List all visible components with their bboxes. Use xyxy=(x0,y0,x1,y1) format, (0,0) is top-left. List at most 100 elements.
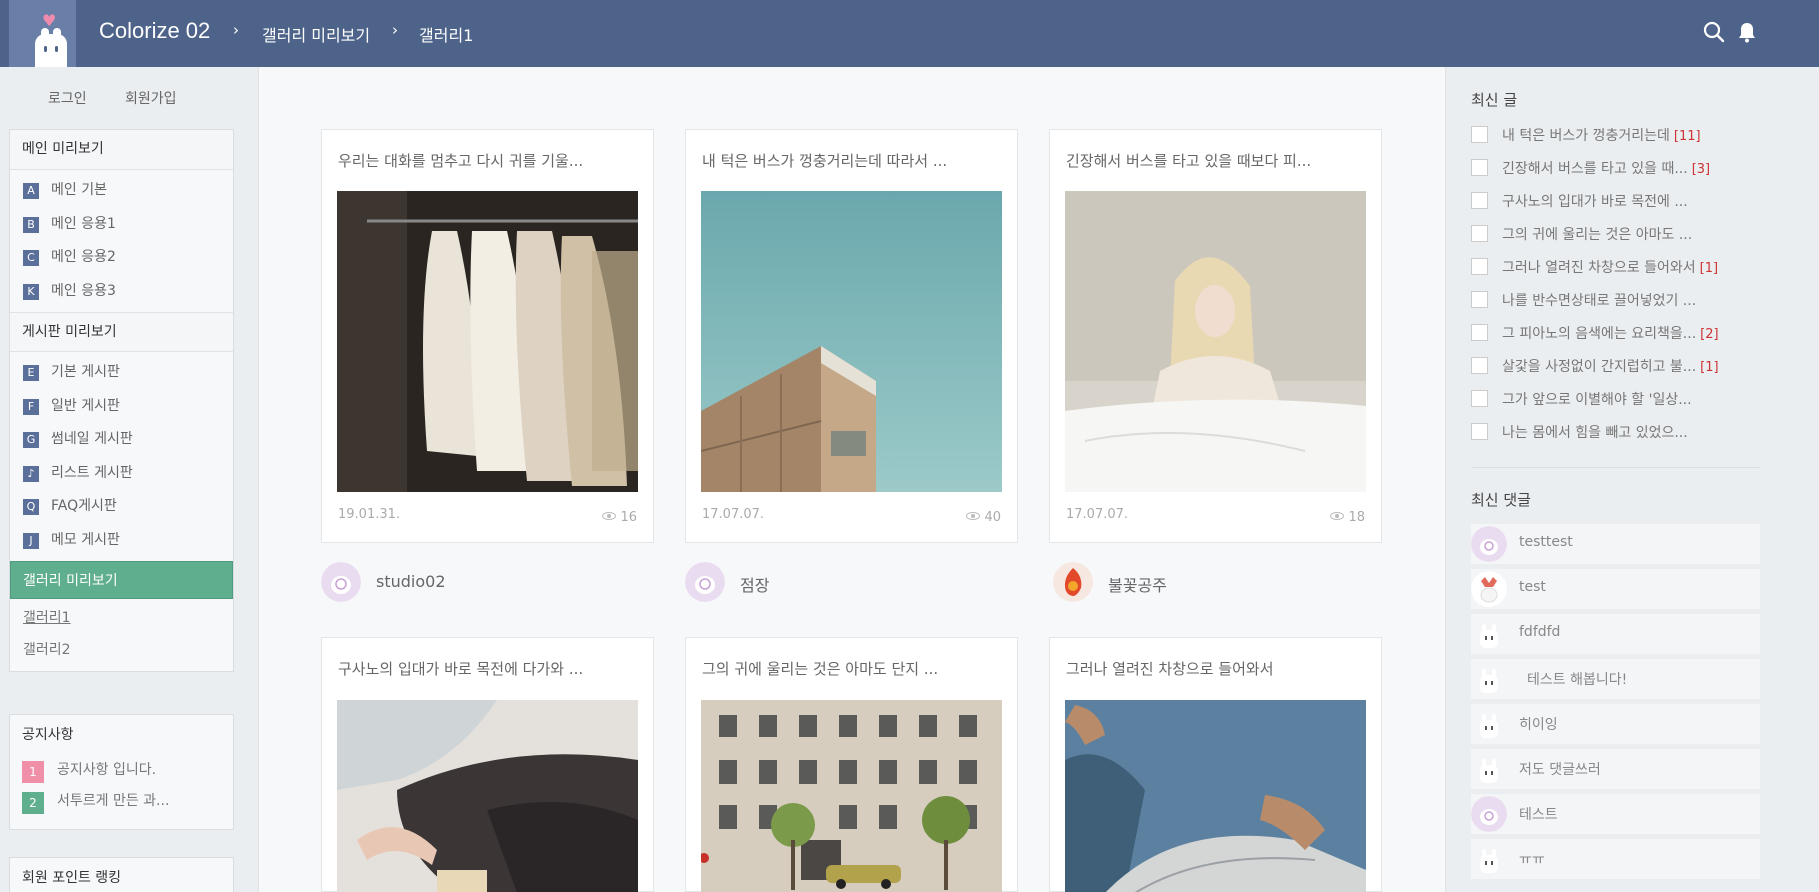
gallery-preview-heading[interactable]: 갤러리 미리보기 xyxy=(10,561,233,599)
login-link[interactable]: 로그인 xyxy=(48,88,87,108)
top-header: ♥ Colorize 02 › 갤러리 미리보기 › 갤러리1 xyxy=(0,0,1819,67)
comment-count: [3] xyxy=(1691,162,1711,177)
card-date: 17.07.07. xyxy=(702,507,765,522)
notice-number: 2 xyxy=(22,792,44,814)
gallery-thumbnail[interactable] xyxy=(337,700,638,892)
gallery-card[interactable]: 구사노의 입대가 바로 목전에 다가와 ... xyxy=(321,637,654,892)
sidebar-item-gallery2[interactable]: 갤러리2 xyxy=(10,634,233,666)
gallery-thumbnail[interactable] xyxy=(701,191,1002,492)
avatar xyxy=(1471,751,1507,787)
recent-comment-item[interactable]: 테스트 xyxy=(1471,794,1760,834)
board-preview-heading: 게시판 미리보기 xyxy=(10,312,233,352)
logo[interactable]: ♥ xyxy=(9,0,76,67)
recent-comment-item[interactable]: 히이잉 xyxy=(1471,704,1760,744)
comment-count: [1] xyxy=(1700,360,1719,375)
card-title[interactable]: 그러나 열려진 차창으로 들어와서 xyxy=(1066,658,1366,679)
card-date: 17.07.07. xyxy=(1066,507,1129,522)
right-sidebar: 최신 글 내 턱은 버스가 껑충거리는데 [11] 긴장해서 버스를 타고 있을 … xyxy=(1445,67,1819,892)
gallery-thumbnail[interactable] xyxy=(1065,700,1366,892)
avatar xyxy=(1471,706,1507,742)
card-title[interactable]: 우리는 대화를 멈추고 다시 귀를 기울... xyxy=(338,150,638,171)
menu-item-general-board[interactable]: F 일반 게시판 xyxy=(10,390,233,424)
chevron-right-icon: › xyxy=(392,21,398,39)
checkbox[interactable] xyxy=(1471,159,1488,176)
heart-icon: ♥ xyxy=(42,11,57,30)
recent-comment-item[interactable]: 저도 댓글쓰러 xyxy=(1471,749,1760,789)
gallery-card[interactable]: 내 턱은 버스가 껑충거리는데 따라서 ... 17.07.07. 40 xyxy=(685,129,1018,543)
recent-comment-item[interactable]: 테스트 해봅니다! xyxy=(1471,659,1760,699)
gallery-card[interactable]: 우리는 대화를 멈추고 다시 귀를 기울... 19.01.31. 16 xyxy=(321,129,654,543)
avatar xyxy=(1471,661,1507,697)
view-count: 16 xyxy=(602,510,637,525)
card-title[interactable]: 구사노의 입대가 바로 목전에 다가와 ... xyxy=(338,658,638,679)
ranking-heading: 회원 포인트 랭킹 xyxy=(22,870,122,886)
avatar xyxy=(321,562,361,602)
menu-item-main-app2[interactable]: C 메인 응용2 xyxy=(10,241,233,275)
sidebar-item-gallery1[interactable]: 갤러리1 xyxy=(10,602,233,634)
view-count: 40 xyxy=(966,510,1001,525)
author-name: 불꽃공주 xyxy=(1108,576,1167,595)
menu-box: 메인 미리보기 A 메인 기본 B 메인 응용1 C 메인 응용2 K 메인 응용3 게… xyxy=(9,129,234,672)
gallery-thumbnail[interactable] xyxy=(701,700,1002,892)
recent-comments-heading: 최신 댓글 xyxy=(1471,491,1531,509)
view-count: 18 xyxy=(1330,510,1365,525)
recent-comment-item[interactable]: ㅠㅠ xyxy=(1471,839,1760,879)
breadcrumb-gallery1[interactable]: 갤러리1 xyxy=(419,22,473,46)
menu-item-thumbnail-board[interactable]: G 썸네일 게시판 xyxy=(10,423,233,457)
gallery-card[interactable]: 그의 귀에 울리는 것은 아마도 단지 ... xyxy=(685,637,1018,892)
notice-number: 1 xyxy=(22,761,44,783)
signup-link[interactable]: 회원가입 xyxy=(125,88,177,108)
main-preview-heading: 메인 미리보기 xyxy=(10,130,233,170)
gallery-card[interactable]: 그러나 열려진 차창으로 들어와서 xyxy=(1049,637,1382,892)
eye-icon xyxy=(1330,512,1345,520)
divider xyxy=(1471,467,1760,468)
checkbox[interactable] xyxy=(1471,192,1488,209)
breadcrumb-gallery-preview[interactable]: 갤러리 미리보기 xyxy=(262,22,370,46)
bell-icon[interactable] xyxy=(1735,20,1759,44)
eye-icon xyxy=(602,512,617,520)
search-icon[interactable] xyxy=(1702,20,1726,44)
menu-item-main-app1[interactable]: B 메인 응용1 xyxy=(10,208,233,242)
card-title[interactable]: 내 턱은 버스가 껑충거리는데 따라서 ... xyxy=(702,150,1002,171)
avatar xyxy=(1471,526,1507,562)
checkbox[interactable] xyxy=(1471,357,1488,374)
menu-item-faq-board[interactable]: Q FAQ게시판 xyxy=(10,490,233,524)
checkbox[interactable] xyxy=(1471,423,1488,440)
menu-item-list-board[interactable]: ♪ 리스트 게시판 xyxy=(10,457,233,491)
notice-box: 공지사항 1 공지사항 입니다. 2 서투르게 만든 과... xyxy=(9,714,234,830)
bunny-icon xyxy=(35,28,67,67)
checkbox[interactable] xyxy=(1471,225,1488,242)
site-title[interactable]: Colorize 02 xyxy=(99,18,210,44)
menu-item-basic-board[interactable]: E 기본 게시판 xyxy=(10,356,233,390)
card-title[interactable]: 긴장해서 버스를 타고 있을 때보다 피... xyxy=(1066,150,1366,171)
avatar xyxy=(685,562,725,602)
recent-posts-heading: 최신 글 xyxy=(1471,91,1518,109)
menu-item-main-app3[interactable]: K 메인 응용3 xyxy=(10,275,233,309)
gallery-thumbnail[interactable] xyxy=(1065,191,1366,492)
gallery-card[interactable]: 긴장해서 버스를 타고 있을 때보다 피... 17.07.07. 18 xyxy=(1049,129,1382,543)
recent-comment-item[interactable]: testtest xyxy=(1471,524,1760,564)
checkbox[interactable] xyxy=(1471,390,1488,407)
checkbox[interactable] xyxy=(1471,324,1488,341)
avatar xyxy=(1471,796,1507,832)
menu-item-main-basic[interactable]: A 메인 기본 xyxy=(10,174,233,208)
gallery-thumbnail[interactable] xyxy=(337,191,638,492)
avatar xyxy=(1471,571,1507,607)
notice-heading: 공지사항 xyxy=(22,727,74,743)
comment-count: [2] xyxy=(1700,327,1719,342)
card-title[interactable]: 그의 귀에 울리는 것은 아마도 단지 ... xyxy=(702,658,1002,679)
author-name: 점장 xyxy=(740,576,770,595)
checkbox[interactable] xyxy=(1471,258,1488,275)
notice-item[interactable]: 2 서투르게 만든 과... xyxy=(10,786,233,817)
notice-item[interactable]: 1 공지사항 입니다. xyxy=(10,755,233,786)
comment-count: [1] xyxy=(1699,261,1719,276)
recent-comment-item[interactable]: test xyxy=(1471,569,1760,609)
ranking-box: 회원 포인트 랭킹 xyxy=(9,857,234,892)
checkbox[interactable] xyxy=(1471,126,1488,143)
menu-item-memo-board[interactable]: J 메모 게시판 xyxy=(10,524,233,558)
card-date: 19.01.31. xyxy=(338,507,401,522)
recent-comment-item[interactable]: fdfdfd xyxy=(1471,614,1760,654)
checkbox[interactable] xyxy=(1471,291,1488,308)
author-name: studio02 xyxy=(376,572,446,591)
avatar xyxy=(1471,616,1507,652)
